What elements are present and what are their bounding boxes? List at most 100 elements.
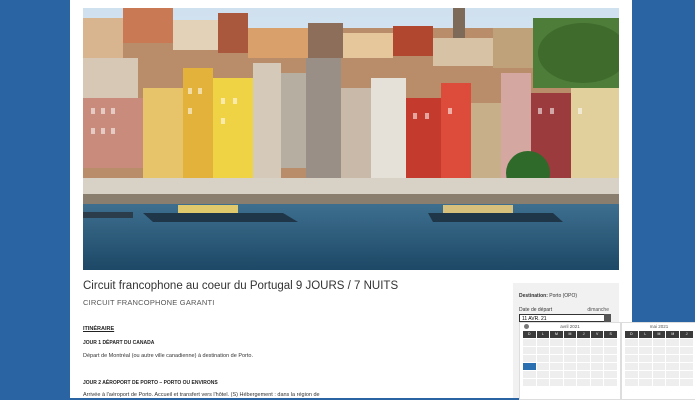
calendar-day[interactable] xyxy=(523,347,536,354)
departure-date-input[interactable]: 11 AVR. 21 xyxy=(519,314,609,322)
calendar-day[interactable] xyxy=(625,339,638,346)
weekday-header: M xyxy=(652,331,666,338)
day-2-text: Arrivée à l'aéroport de Porto. Accueil e… xyxy=(83,392,320,398)
calendar-day[interactable] xyxy=(536,363,550,370)
calendar-day[interactable] xyxy=(638,347,652,354)
calendar-day[interactable] xyxy=(625,379,638,386)
weekday-header: L xyxy=(536,331,550,338)
destination-label: Destination: xyxy=(519,293,548,299)
calendar-day[interactable] xyxy=(666,363,680,370)
calendar-day[interactable] xyxy=(652,363,666,370)
calendar-icon[interactable] xyxy=(604,314,611,322)
calendar-day[interactable] xyxy=(590,339,604,346)
calendar-day[interactable] xyxy=(680,339,693,346)
calendar-day[interactable] xyxy=(638,371,652,378)
calendar-day[interactable] xyxy=(604,379,617,386)
calendar-day[interactable] xyxy=(590,363,604,370)
prev-month-icon[interactable] xyxy=(524,324,529,329)
calendar-day[interactable] xyxy=(536,347,550,354)
calendar-day[interactable] xyxy=(563,379,577,386)
calendar-day[interactable] xyxy=(604,363,617,370)
calendar-day[interactable] xyxy=(652,355,666,362)
calendar-day-selected[interactable] xyxy=(523,363,536,370)
calendar-day[interactable] xyxy=(638,363,652,370)
calendar-day[interactable] xyxy=(652,371,666,378)
weekday-header: M xyxy=(563,331,577,338)
calendar-day[interactable] xyxy=(577,379,590,386)
calendar-day[interactable] xyxy=(604,339,617,346)
calendar-day[interactable] xyxy=(652,347,666,354)
calendar-day[interactable] xyxy=(652,339,666,346)
calendar-day[interactable] xyxy=(536,371,550,378)
month-1-header: avril 2021 xyxy=(520,323,620,331)
weekday-header: V xyxy=(590,331,604,338)
departure-date-label: Date de départ xyxy=(519,307,553,313)
calendar-day[interactable] xyxy=(638,355,652,362)
calendar-day[interactable] xyxy=(680,355,693,362)
month-1-label: avril 2021 xyxy=(560,324,580,329)
calendar-day[interactable] xyxy=(563,371,577,378)
month-2-grid: D L M M J xyxy=(622,331,695,386)
calendar-day[interactable] xyxy=(604,347,617,354)
calendar-day[interactable] xyxy=(590,347,604,354)
calendar-day[interactable] xyxy=(638,379,652,386)
calendar-day[interactable] xyxy=(666,355,680,362)
calendar-day[interactable] xyxy=(550,379,563,386)
weekday-header: M xyxy=(550,331,563,338)
calendar-day[interactable] xyxy=(625,371,638,378)
calendar-day[interactable] xyxy=(550,339,563,346)
weekday-header: J xyxy=(577,331,590,338)
calendar-day[interactable] xyxy=(563,339,577,346)
calendar-day[interactable] xyxy=(625,363,638,370)
destination-value: Porto (OPO) xyxy=(549,293,578,299)
calendar-day[interactable] xyxy=(523,371,536,378)
calendar-day[interactable] xyxy=(590,379,604,386)
calendar-day[interactable] xyxy=(638,339,652,346)
calendar-day[interactable] xyxy=(604,371,617,378)
calendar-day[interactable] xyxy=(563,347,577,354)
calendar-day[interactable] xyxy=(680,371,693,378)
calendar-day[interactable] xyxy=(577,347,590,354)
day-1-heading: JOUR 1 DÉPART DU CANADA xyxy=(83,340,155,346)
calendar-day[interactable] xyxy=(680,379,693,386)
month-2-label: mai 2021 xyxy=(649,324,669,329)
calendar-day[interactable] xyxy=(536,379,550,386)
calendar-day[interactable] xyxy=(536,355,550,362)
calendar-day[interactable] xyxy=(577,339,590,346)
calendar-day[interactable] xyxy=(666,347,680,354)
weekday-header: M xyxy=(666,331,680,338)
calendar-day[interactable] xyxy=(577,355,590,362)
datepicker-month-1: avril 2021 D L M M J V S xyxy=(519,322,621,400)
calendar-day[interactable] xyxy=(652,379,666,386)
calendar-day[interactable] xyxy=(666,339,680,346)
calendar-day[interactable] xyxy=(680,363,693,370)
calendar-day[interactable] xyxy=(577,371,590,378)
calendar-day[interactable] xyxy=(523,379,536,386)
hero-image-porto xyxy=(83,8,619,270)
calendar-day[interactable] xyxy=(523,355,536,362)
calendar-day[interactable] xyxy=(536,339,550,346)
calendar-day[interactable] xyxy=(577,363,590,370)
calendar-day[interactable] xyxy=(590,355,604,362)
month-2-header: mai 2021 xyxy=(622,323,695,331)
calendar-day[interactable] xyxy=(666,371,680,378)
calendar-day[interactable] xyxy=(523,339,536,346)
calendar-day[interactable] xyxy=(550,355,563,362)
calendar-day[interactable] xyxy=(550,371,563,378)
destination-row: Destination: Porto (OPO) xyxy=(519,293,577,299)
datepicker-month-2: mai 2021 D L M M J xyxy=(621,322,695,400)
calendar-day[interactable] xyxy=(604,355,617,362)
calendar-day[interactable] xyxy=(666,379,680,386)
calendar-day[interactable] xyxy=(550,363,563,370)
weekday-header: S xyxy=(604,331,617,338)
calendar-day[interactable] xyxy=(625,347,638,354)
calendar-day[interactable] xyxy=(625,355,638,362)
calendar-day[interactable] xyxy=(550,347,563,354)
calendar-day[interactable] xyxy=(680,347,693,354)
calendar-day[interactable] xyxy=(563,363,577,370)
weekday-header: D xyxy=(625,331,638,338)
calendar-day[interactable] xyxy=(590,371,604,378)
calendar-day[interactable] xyxy=(563,355,577,362)
weekday-header: J xyxy=(680,331,693,338)
tour-title: Circuit francophone au coeur du Portugal… xyxy=(83,280,399,292)
